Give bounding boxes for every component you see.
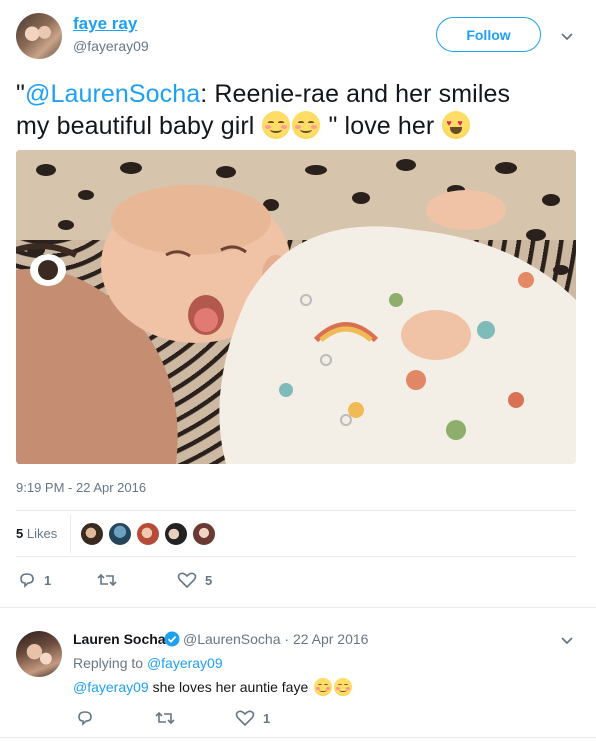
liker-avatar[interactable] xyxy=(108,522,132,546)
reply-body: she loves her auntie faye xyxy=(148,679,313,695)
like-action[interactable]: 5 xyxy=(177,571,212,589)
follow-button[interactable]: Follow xyxy=(436,17,541,52)
heart-eyes-face-icon: ♥ ♥ xyxy=(442,111,471,139)
tweet-mention[interactable]: @LaurenSocha xyxy=(25,80,200,108)
divider xyxy=(0,607,596,608)
tweet-text: "@LaurenSocha: Reenie-rae and her smiles… xyxy=(16,78,576,142)
smiling-face-icon xyxy=(334,678,353,696)
chevron-down-icon[interactable] xyxy=(560,633,574,647)
divider xyxy=(16,556,576,557)
quote-open: " xyxy=(16,80,25,108)
like-count: 1 xyxy=(263,710,271,726)
likes-count[interactable]: 5 Likes xyxy=(16,526,57,541)
author-avatar[interactable] xyxy=(16,13,62,59)
reply-count: 1 xyxy=(44,572,52,588)
reply-meta[interactable]: @LaurenSocha · 22 Apr 2016 xyxy=(183,631,368,647)
reply-action[interactable] xyxy=(76,709,102,727)
smiling-face-icon xyxy=(262,111,291,139)
reply-author-name[interactable]: Lauren Socha xyxy=(73,631,166,647)
liker-avatar[interactable] xyxy=(192,522,216,546)
smiling-face-icon xyxy=(314,678,333,696)
tweet-photo[interactable] xyxy=(16,150,576,464)
tweet-body-line1: : Reenie-rae and her smiles xyxy=(200,80,511,108)
reply-action[interactable]: 1 xyxy=(18,571,51,589)
heart-icon xyxy=(235,710,255,727)
heart-icon xyxy=(177,572,197,589)
retweet-action[interactable] xyxy=(96,571,126,589)
replying-to-label: Replying to xyxy=(73,655,144,671)
liker-avatar[interactable] xyxy=(164,522,188,546)
retweet-icon xyxy=(97,573,117,587)
divider xyxy=(16,510,576,511)
retweet-action[interactable] xyxy=(154,709,184,727)
divider-vertical xyxy=(70,515,71,553)
reply-author-avatar[interactable] xyxy=(16,631,62,677)
like-action[interactable]: 1 xyxy=(235,709,270,727)
replying-to-handle[interactable]: @fayeray09 xyxy=(147,655,223,671)
likes-number: 5 xyxy=(16,526,24,541)
tweet-body-line2: my beautiful baby girl xyxy=(16,112,262,140)
reply-icon xyxy=(78,711,92,726)
liker-avatar[interactable] xyxy=(80,522,104,546)
chevron-down-icon[interactable] xyxy=(560,29,574,43)
reply-text: @fayeray09 she loves her auntie faye xyxy=(73,678,353,696)
liker-avatar[interactable] xyxy=(136,522,160,546)
tweet-timestamp[interactable]: 9:19 PM - 22 Apr 2016 xyxy=(16,480,146,495)
verified-badge-icon xyxy=(164,631,180,647)
tweet-header: faye ray @fayeray09 Follow xyxy=(0,0,596,72)
smiling-face-icon xyxy=(292,111,321,139)
replying-to: Replying to @fayeray09 xyxy=(73,655,223,671)
divider xyxy=(0,737,596,738)
author-display-name[interactable]: faye ray xyxy=(73,14,137,34)
likes-label: Likes xyxy=(26,526,58,541)
reply-icon xyxy=(20,573,34,588)
retweet-icon xyxy=(155,711,175,725)
tweet-body-after-emojis: " love her xyxy=(321,112,442,140)
photo-content xyxy=(16,150,576,464)
author-handle[interactable]: @fayeray09 xyxy=(73,38,149,54)
like-count: 5 xyxy=(205,572,213,588)
reply-mention[interactable]: @fayeray09 xyxy=(73,679,149,695)
